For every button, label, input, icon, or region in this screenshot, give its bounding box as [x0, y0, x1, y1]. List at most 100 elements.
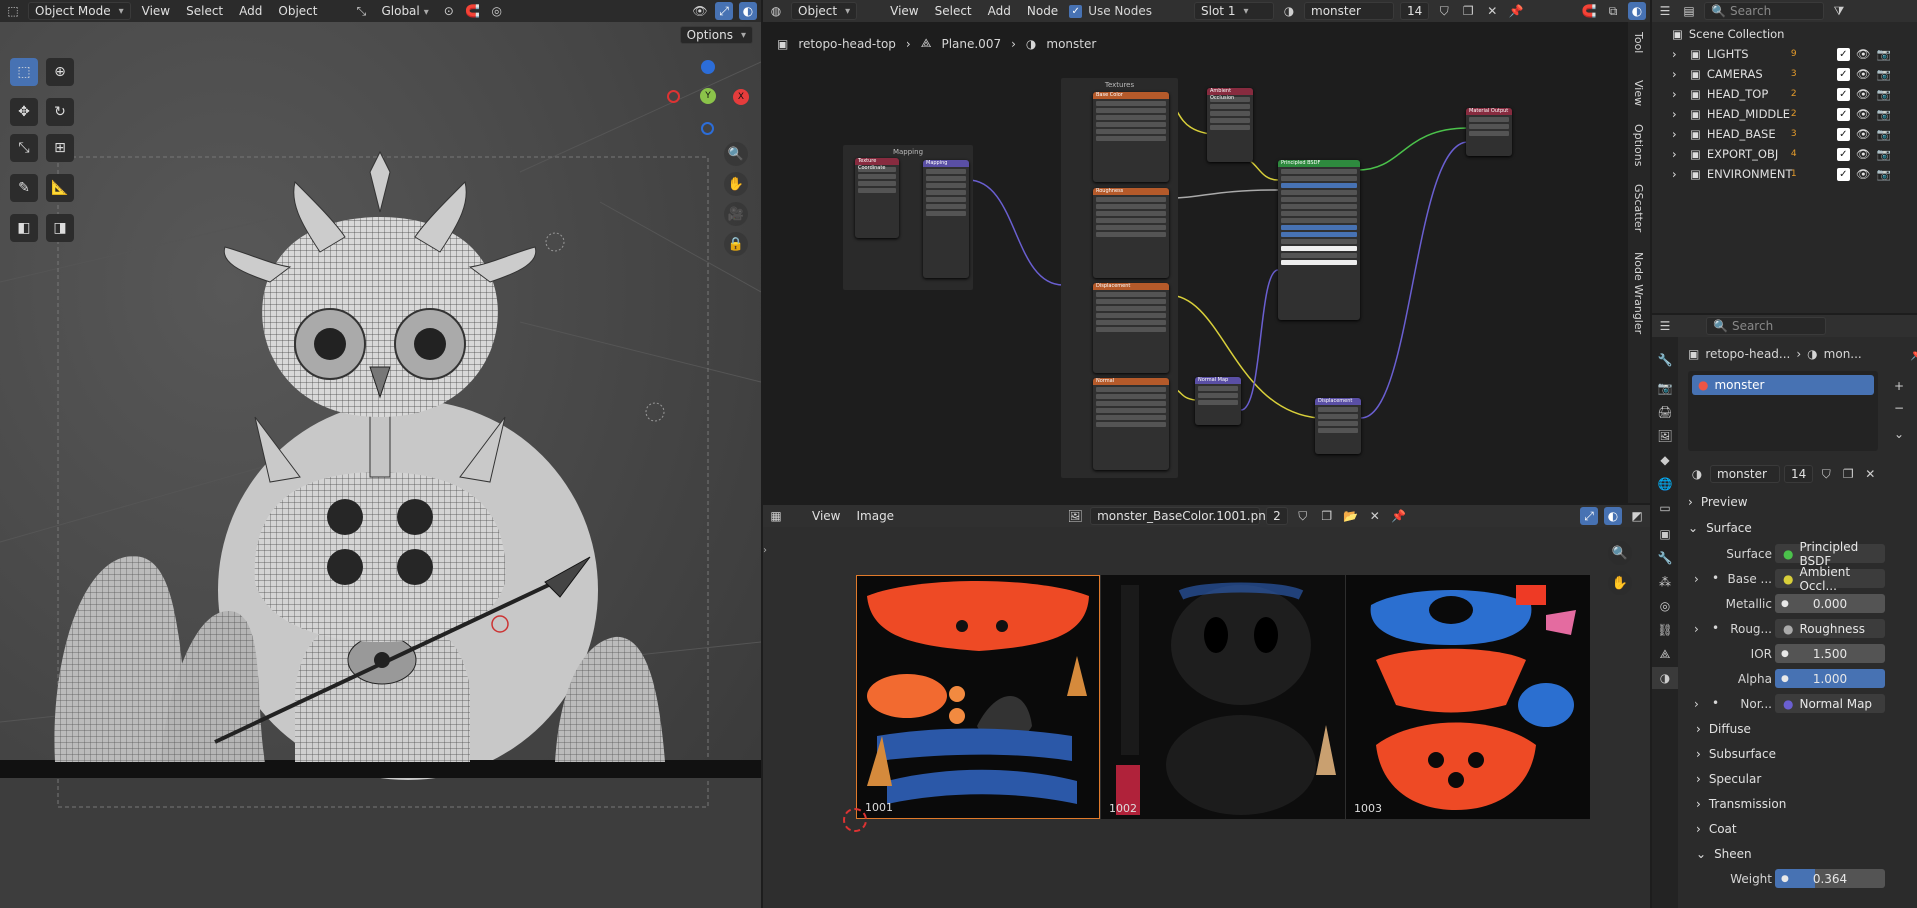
outliner-row[interactable]: › ▣ CAMERAS 3 ✓ 👁 📷: [1652, 64, 1917, 84]
remove-slot-icon[interactable]: −: [1890, 399, 1908, 417]
expand-chevron-icon[interactable]: ›: [1694, 572, 1699, 586]
tab-options[interactable]: Options: [1632, 124, 1645, 166]
extrude-tool[interactable]: ◨: [46, 214, 74, 242]
shader-node-editor[interactable]: ◍ Object View Select Add Node ✓ Use Node…: [763, 0, 1650, 503]
node-roughness-texture[interactable]: Roughness: [1093, 188, 1169, 278]
unlink-x-icon[interactable]: ✕: [1861, 465, 1879, 483]
menu-object[interactable]: Object: [273, 4, 322, 18]
outliner-row[interactable]: › ▣ ENVIRONMENT 1 ✓ 👁 📷: [1652, 164, 1917, 184]
menu-select[interactable]: Select: [181, 4, 228, 18]
rotate-tool[interactable]: ↻: [46, 98, 74, 126]
gizmo-x-axis[interactable]: X: [733, 89, 749, 105]
scene-collection-row[interactable]: ▣ Scene Collection: [1652, 24, 1917, 44]
output-properties-icon[interactable]: 🖨: [1652, 401, 1678, 423]
image-name-field[interactable]: monster_BaseColor.1001.png: [1090, 507, 1273, 525]
duplicate-icon[interactable]: ❐: [1839, 465, 1857, 483]
udim-tile-1002[interactable]: 1002: [1101, 575, 1345, 819]
pan-hand-icon[interactable]: ✋: [724, 172, 748, 196]
transform-tool[interactable]: ⊞: [46, 134, 74, 162]
panel-sheen[interactable]: ⌄ Sheen: [1696, 843, 1752, 865]
unlink-x-icon[interactable]: ✕: [1366, 507, 1384, 525]
pivot-icon[interactable]: ⊙: [440, 2, 458, 20]
slot-menu-chevron-icon[interactable]: ⌄: [1890, 425, 1908, 443]
camera-view-icon[interactable]: 🎥: [724, 202, 748, 226]
outliner-row[interactable]: › ▣ EXPORT_OBJ 4 ✓ 👁 📷: [1652, 144, 1917, 164]
camera-render-icon[interactable]: 📷: [1876, 167, 1890, 181]
pin-icon[interactable]: 📌: [1910, 347, 1917, 361]
panel-preview[interactable]: › Preview: [1688, 491, 1748, 513]
world-properties-icon[interactable]: 🌐: [1652, 473, 1678, 495]
measure-tool[interactable]: 📐: [46, 174, 74, 202]
panel-transmission[interactable]: › Transmission: [1696, 793, 1786, 815]
eye-icon[interactable]: 👁: [1856, 47, 1871, 61]
properties-search[interactable]: 🔍 Search: [1706, 317, 1826, 335]
eye-icon[interactable]: 👁: [1856, 107, 1871, 121]
lock-icon[interactable]: 🔒: [724, 232, 748, 256]
sidebar-toggle-arrow[interactable]: ›: [763, 545, 767, 556]
camera-render-icon[interactable]: 📷: [1876, 127, 1890, 141]
scale-tool[interactable]: ⤡: [10, 134, 38, 162]
open-folder-icon[interactable]: 📂: [1342, 507, 1360, 525]
view-layer-icon[interactable]: 🖼: [1652, 425, 1678, 447]
scene-properties-icon[interactable]: ◆: [1652, 449, 1678, 471]
node-ambient-occlusion[interactable]: Ambient Occlusion: [1207, 88, 1253, 162]
outliner-row[interactable]: › ▣ HEAD_TOP 2 ✓ 👁 📷: [1652, 84, 1917, 104]
node-displacement-texture[interactable]: Displacement: [1093, 283, 1169, 373]
tab-view[interactable]: View: [1632, 80, 1645, 106]
annotate-tool[interactable]: ✎: [10, 174, 38, 202]
eye-icon[interactable]: 👁: [1856, 147, 1871, 161]
gizmo-y-axis[interactable]: Y: [700, 88, 716, 104]
camera-render-icon[interactable]: 📷: [1876, 147, 1890, 161]
panel-specular[interactable]: › Specular: [1696, 768, 1761, 790]
expand-chevron-icon[interactable]: ›: [1672, 67, 1684, 81]
add-slot-icon[interactable]: +: [1890, 377, 1908, 395]
material-user-count[interactable]: 14: [1784, 465, 1814, 483]
editor-type-icon[interactable]: ☰: [1656, 2, 1674, 20]
node-normal-texture[interactable]: Normal: [1093, 378, 1169, 470]
exclude-checkbox[interactable]: ✓: [1836, 87, 1850, 101]
expand-chevron-icon[interactable]: ›: [1672, 47, 1684, 61]
orientation-dropdown[interactable]: Global: [376, 4, 433, 18]
material-browse-icon[interactable]: ◑: [1688, 465, 1706, 483]
2d-cursor-icon[interactable]: [843, 808, 867, 832]
gizmo-z-axis[interactable]: [701, 60, 715, 74]
image-browse-icon[interactable]: 🖼: [1066, 507, 1084, 525]
zoom-icon[interactable]: 🔍: [1608, 541, 1632, 565]
sheen-weight-field[interactable]: ● 0.364: [1775, 869, 1885, 888]
expand-chevron-icon[interactable]: ›: [1694, 697, 1699, 711]
metallic-field[interactable]: ● 0.000: [1775, 594, 1885, 613]
outliner-search[interactable]: 🔍 Search: [1704, 2, 1824, 20]
gizmo-neg-x[interactable]: [667, 90, 680, 103]
outliner-row[interactable]: › ▣ LIGHTS 9 ✓ 👁 📷: [1652, 44, 1917, 64]
material-slot-item[interactable]: ● monster: [1692, 375, 1874, 395]
udim-tile-1003[interactable]: 1003: [1346, 575, 1590, 819]
pan-hand-icon[interactable]: ✋: [1608, 571, 1632, 595]
camera-render-icon[interactable]: 📷: [1876, 47, 1890, 61]
expand-chevron-icon[interactable]: ›: [1672, 127, 1684, 141]
tab-node-wrangler[interactable]: Node Wrangler: [1632, 252, 1645, 334]
overlay-toggle-icon[interactable]: ◐: [739, 2, 757, 20]
image-user-count[interactable]: 2: [1266, 507, 1288, 525]
panel-coat[interactable]: › Coat: [1696, 818, 1737, 840]
node-principled-bsdf[interactable]: Principled BSDF: [1278, 160, 1360, 320]
material-slot-list[interactable]: ● monster: [1688, 371, 1878, 451]
outliner[interactable]: ☰ ▤ 🔍 Search ⧩ ▣ Scene Collection › ▣ LIGH…: [1652, 0, 1917, 313]
gizmo-neg-z[interactable]: [701, 122, 714, 135]
panel-subsurface[interactable]: › Subsurface: [1696, 743, 1776, 765]
cursor-tool[interactable]: ⊕: [46, 58, 74, 86]
node-mapping[interactable]: Mapping: [923, 160, 969, 278]
node-displacement[interactable]: Displacement: [1315, 398, 1361, 454]
eye-icon[interactable]: 👁: [1856, 127, 1871, 141]
menu-view[interactable]: View: [807, 509, 845, 523]
menu-view[interactable]: View: [137, 4, 175, 18]
mode-dropdown[interactable]: Object Mode: [28, 2, 131, 20]
node-normal-map[interactable]: Normal Map: [1195, 377, 1241, 425]
eye-icon[interactable]: 👁: [1856, 67, 1871, 81]
display-channels-icon[interactable]: ◩: [1628, 507, 1646, 525]
camera-render-icon[interactable]: 📷: [1876, 87, 1890, 101]
filter-icon[interactable]: ⧩: [1830, 2, 1848, 20]
visibility-icon[interactable]: 👁: [691, 2, 709, 20]
navigation-gizmo[interactable]: Y X: [665, 58, 750, 143]
expand-chevron-icon[interactable]: ›: [1672, 107, 1684, 121]
fake-user-shield-icon[interactable]: ⛉: [1294, 507, 1312, 525]
